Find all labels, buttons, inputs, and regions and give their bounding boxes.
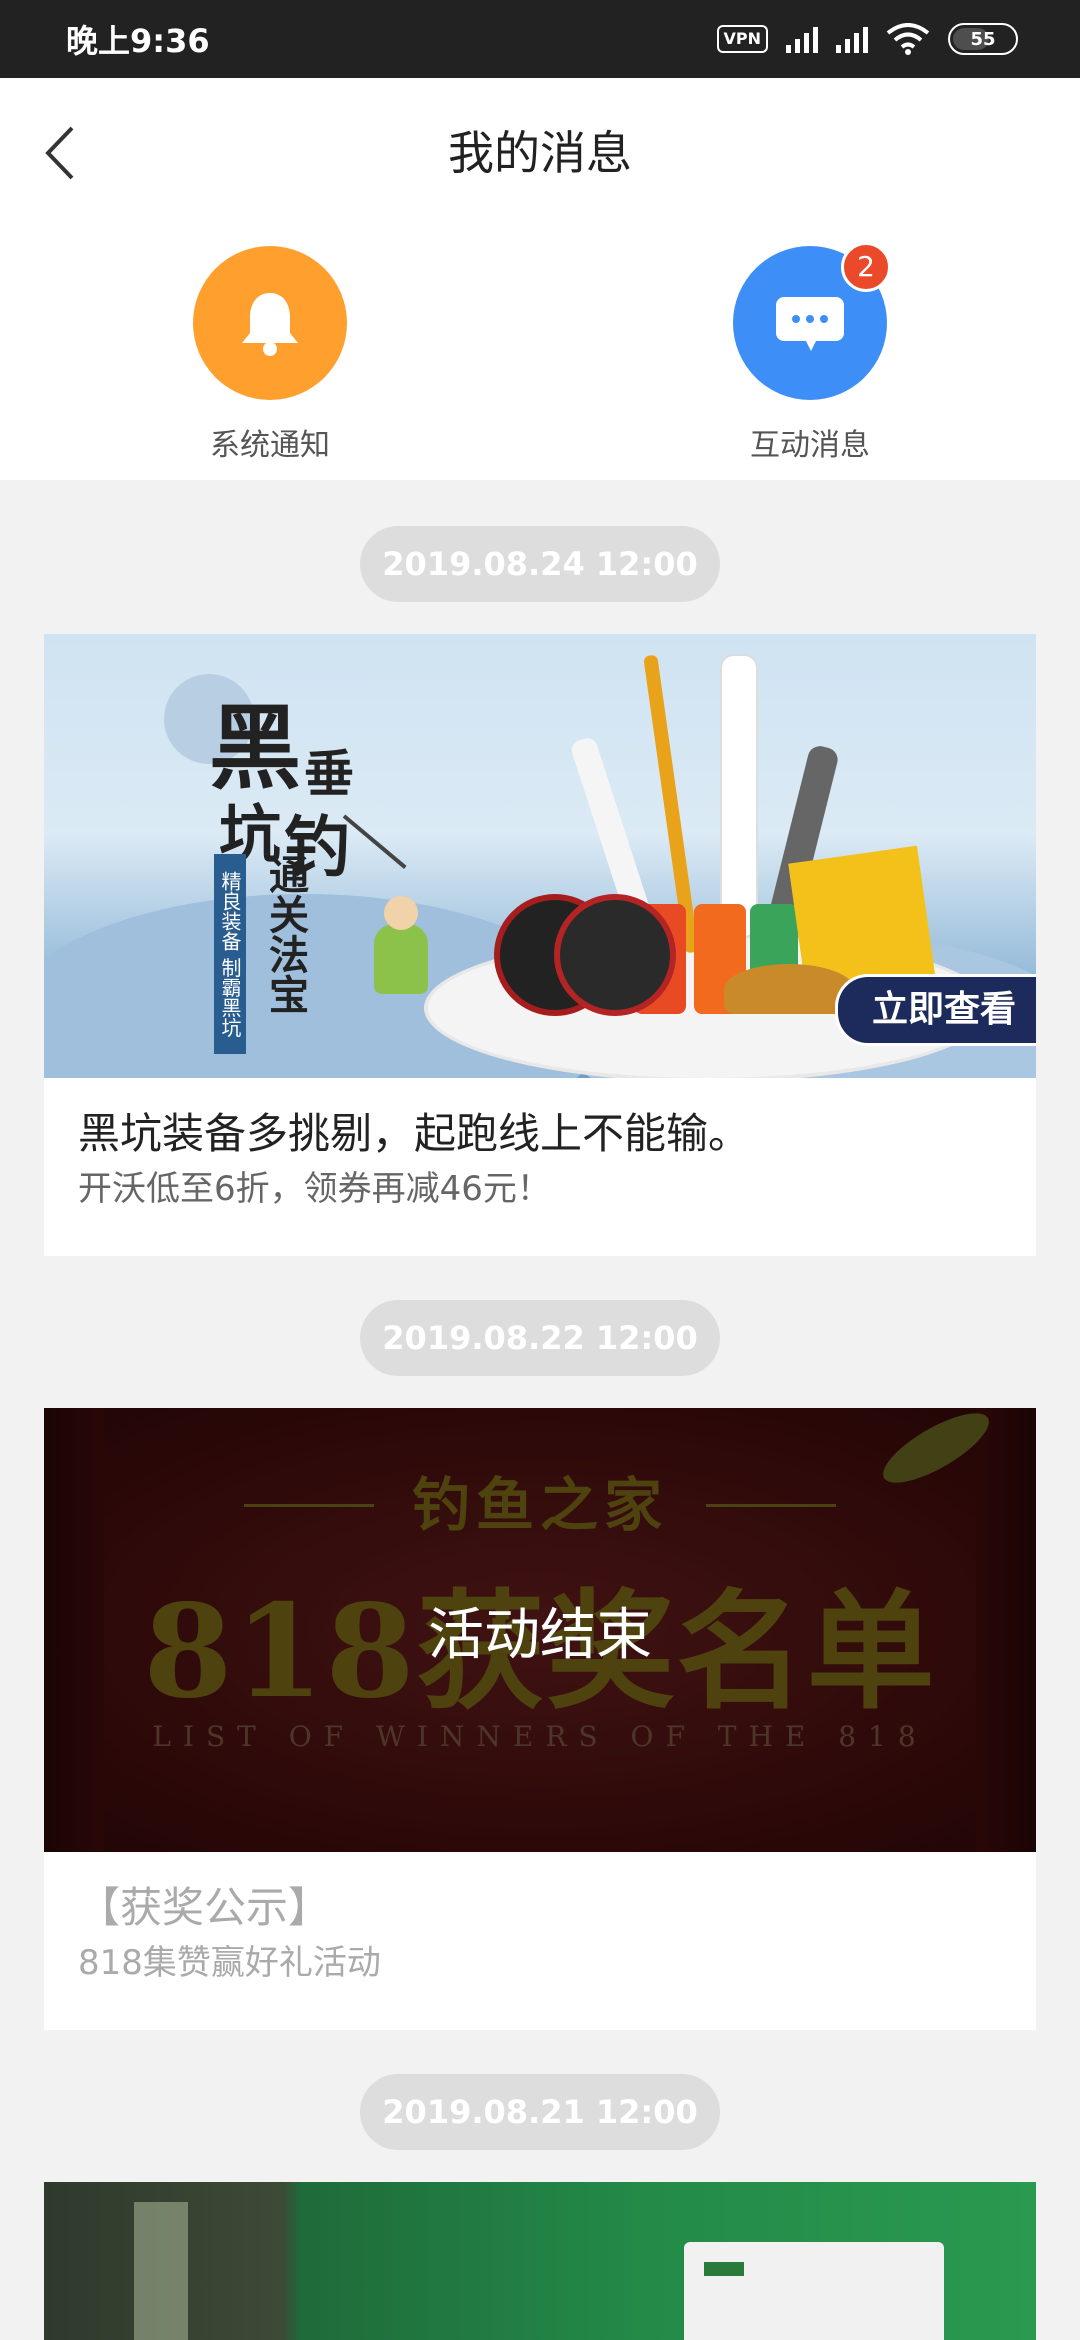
card-body: 黑坑装备多挑剔，起跑线上不能输。 开沃低至6折，领券再减46元！ (44, 1078, 1036, 1214)
date-pill: 2019.08.24 12:00 (360, 526, 720, 602)
activity-ended-label: 活动结束 (428, 1602, 652, 1668)
wifi-icon (886, 23, 930, 55)
product-pack (684, 2242, 944, 2340)
card-subtitle: 818集赞赢好礼活动 (78, 1943, 381, 1983)
unread-badge: 2 (841, 242, 891, 292)
bell-circle (193, 246, 347, 400)
angler-head (384, 896, 418, 930)
product-logo (704, 2262, 744, 2276)
bell-icon (242, 293, 298, 356)
signal-icon-2 (836, 25, 868, 53)
category-label: 系统通知 (210, 428, 330, 463)
page-title: 我的消息 (448, 126, 632, 180)
chat-circle: 2 (733, 242, 891, 400)
banner-tag: 精良装备 制霸黑坑 (214, 854, 246, 1054)
angler-figure (374, 924, 428, 994)
category-interaction-messages[interactable]: 2 互动消息 (690, 242, 930, 464)
status-icons: VPN 55 (716, 23, 1018, 55)
card-body: 【获奖公示】 818集赞赢好礼活动 (44, 1852, 1036, 1988)
date-pill: 2019.08.22 12:00 (360, 1300, 720, 1376)
card-title: 【获奖公示】 (78, 1883, 331, 1932)
category-system-notice[interactable]: 系统通知 (150, 246, 390, 464)
vpn-icon: VPN (716, 25, 768, 53)
fishing-line (342, 814, 407, 869)
product-reel (554, 894, 676, 1016)
message-card[interactable] (44, 2182, 1036, 2340)
status-time: 晚上9:36 (66, 22, 210, 60)
product-tube (720, 654, 758, 938)
battery-icon: 55 (948, 23, 1018, 55)
status-bar: 晚上9:36 VPN 55 (0, 0, 1080, 78)
card-subtitle: 开沃低至6折，领券再减46元！ (78, 1169, 551, 1209)
message-card[interactable]: 钓鱼之家 818获奖名单 LIST OF WINNERS OF THE 818 … (44, 1408, 1036, 2030)
signal-icon (786, 25, 818, 53)
category-label: 互动消息 (750, 428, 870, 463)
message-card[interactable]: 黑 坑 垂 钓 精良装备 制霸黑坑 通关法宝 立即查看 黑坑装备多挑剔，起跑线上… (44, 634, 1036, 1256)
promo-banner[interactable] (44, 2182, 1036, 2340)
promo-banner-ended[interactable]: 钓鱼之家 818获奖名单 LIST OF WINNERS OF THE 818 … (44, 1408, 1036, 1852)
promo-banner[interactable]: 黑 坑 垂 钓 精良装备 制霸黑坑 通关法宝 立即查看 (44, 634, 1036, 1078)
book-spine (134, 2202, 188, 2340)
banner-slogan: 通关法宝 (262, 854, 309, 1014)
view-now-button[interactable]: 立即查看 (834, 974, 1036, 1046)
chat-bubble-icon (776, 297, 844, 351)
date-pill: 2019.08.21 12:00 (360, 2074, 720, 2150)
battery-level: 55 (970, 28, 996, 50)
header: 我的消息 系统通知 2 互动消息 (0, 78, 1080, 480)
card-title: 黑坑装备多挑剔，起跑线上不能输。 (78, 1109, 751, 1158)
